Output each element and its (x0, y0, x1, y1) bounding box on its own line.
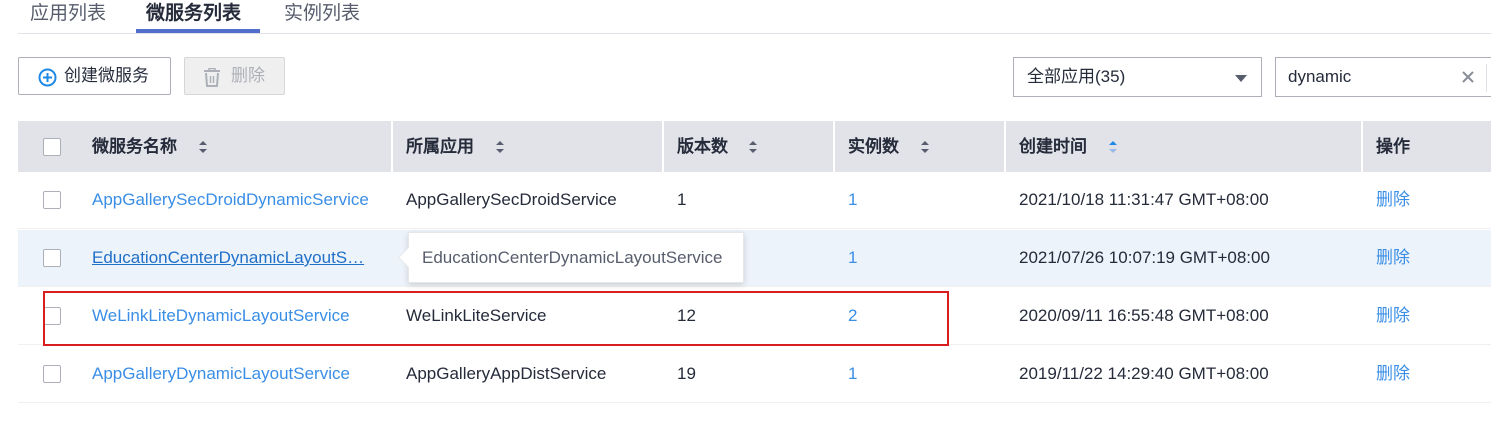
column-divider (391, 121, 393, 172)
application-filter-value: 全部应用(35) (1027, 67, 1126, 86)
column-divider (1361, 121, 1363, 172)
version-count: 1 (677, 190, 687, 209)
row-checkbox[interactable] (43, 365, 61, 383)
delete-link[interactable]: 删除 (1376, 288, 1410, 344)
row-checkbox[interactable] (43, 191, 61, 209)
trash-icon (204, 68, 220, 87)
plus-circle-icon (38, 68, 57, 87)
chevron-down-icon (1235, 75, 1247, 82)
created-time: 2021/10/18 11:31:47 GMT+08:00 (1019, 190, 1269, 209)
column-header-label: 实例数 (848, 137, 899, 156)
sort-icon (921, 141, 929, 153)
column-divider (662, 121, 664, 172)
sort-icon (496, 141, 504, 153)
sort-icon (199, 141, 207, 153)
table-row: AppGalleryDynamicLayoutService AppGaller… (18, 346, 1491, 403)
microservice-name-link[interactable]: EducationCenterDynamicLayoutS… (92, 230, 364, 286)
tooltip-text: EducationCenterDynamicLayoutService (422, 248, 723, 267)
table-row: AppGallerySecDroidDynamicService AppGall… (18, 172, 1491, 229)
delete-button[interactable]: 删除 (184, 57, 285, 95)
version-count: 12 (677, 306, 696, 325)
name-tooltip: EducationCenterDynamicLayoutService (397, 232, 744, 283)
row-checkbox[interactable] (43, 249, 61, 267)
column-header-name[interactable]: 微服务名称 (92, 121, 207, 172)
table-row: WeLinkLiteDynamicLayoutService WeLinkLit… (18, 288, 1491, 345)
application-name: AppGalleryAppDistService (406, 364, 607, 383)
select-all-checkbox[interactable] (43, 138, 61, 156)
column-divider (1004, 121, 1006, 172)
column-header-label: 操作 (1376, 137, 1410, 156)
clear-icon[interactable] (1458, 67, 1478, 87)
instance-count-link[interactable]: 1 (848, 230, 857, 286)
delete-link[interactable]: 删除 (1376, 346, 1410, 402)
column-header-versions[interactable]: 版本数 (677, 121, 757, 172)
column-divider (833, 121, 835, 172)
column-header-instances[interactable]: 实例数 (848, 121, 929, 172)
row-checkbox[interactable] (43, 307, 61, 325)
delete-link[interactable]: 删除 (1376, 230, 1410, 286)
column-header-actions: 操作 (1376, 121, 1410, 172)
tab-instance-list[interactable]: 实例列表 (284, 0, 360, 33)
sort-icon (749, 141, 757, 153)
tab-bar: 应用列表 微服务列表 实例列表 (18, 0, 1491, 34)
instance-count-link[interactable]: 2 (848, 288, 857, 344)
column-header-application[interactable]: 所属应用 (406, 121, 504, 172)
version-count: 19 (677, 364, 696, 383)
instance-count-link[interactable]: 1 (848, 172, 857, 228)
created-time: 2019/11/22 14:29:40 GMT+08:00 (1019, 364, 1269, 383)
search-divider (1486, 64, 1487, 92)
delete-label: 删除 (231, 66, 265, 85)
create-microservice-label: 创建微服务 (64, 66, 149, 85)
column-header-created-time[interactable]: 创建时间 (1019, 121, 1117, 172)
column-header-label: 版本数 (677, 137, 728, 156)
active-tab-indicator (136, 29, 260, 33)
tab-app-list[interactable]: 应用列表 (30, 0, 106, 33)
search-input[interactable] (1288, 58, 1448, 96)
table-header: 微服务名称 所属应用 版本数 实例数 创建时间 操作 (18, 121, 1491, 172)
microservice-name-link[interactable]: AppGalleryDynamicLayoutService (92, 346, 350, 402)
search-box (1275, 57, 1491, 97)
sort-icon (1109, 141, 1117, 153)
delete-link[interactable]: 删除 (1376, 172, 1410, 228)
application-name: WeLinkLiteService (406, 306, 547, 325)
microservice-name-link[interactable]: AppGallerySecDroidDynamicService (92, 172, 369, 228)
microservice-name-link[interactable]: WeLinkLiteDynamicLayoutService (92, 288, 350, 344)
create-microservice-button[interactable]: 创建微服务 (18, 57, 171, 95)
created-time: 2021/07/26 10:07:19 GMT+08:00 (1019, 248, 1270, 267)
column-header-label: 创建时间 (1019, 137, 1087, 156)
table-row: EducationCenterDynamicLayoutS… 1 2021/07… (18, 230, 1491, 287)
created-time: 2020/09/11 16:55:48 GMT+08:00 (1019, 306, 1269, 325)
application-name: AppGallerySecDroidService (406, 190, 617, 209)
application-filter-select[interactable]: 全部应用(35) (1013, 57, 1262, 97)
column-header-label: 微服务名称 (92, 137, 177, 156)
column-header-label: 所属应用 (406, 137, 474, 156)
instance-count-link[interactable]: 1 (848, 346, 857, 402)
